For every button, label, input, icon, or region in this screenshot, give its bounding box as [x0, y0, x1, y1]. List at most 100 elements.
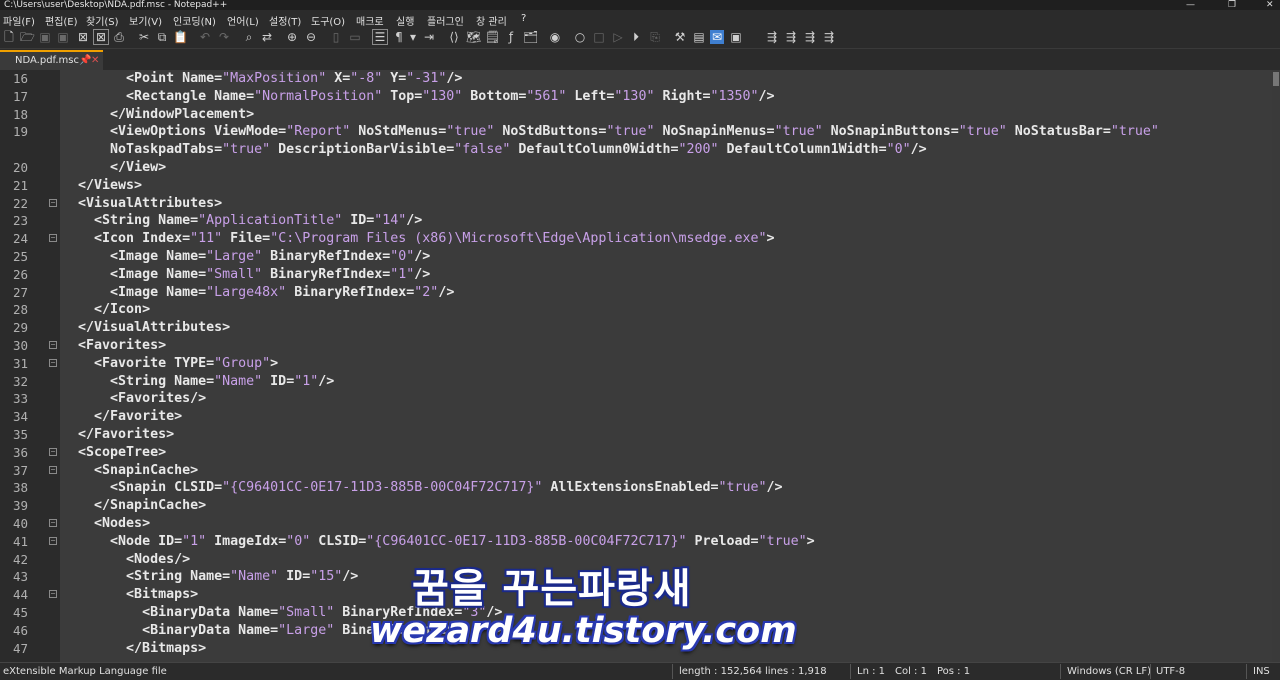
code-line[interactable]: 41 − <Node ID="1" ImageIdx="0" CLSID="{C9…	[0, 533, 1272, 551]
copy-icon[interactable]: ⧉	[155, 30, 169, 44]
tab-nda-pdf-msc[interactable]: NDA.pdf.msc 📌 ✕	[0, 50, 103, 70]
fold-toggle-icon[interactable]: −	[49, 198, 57, 207]
maximize-icon[interactable]: ❐	[1228, 0, 1236, 10]
fold-toggle-icon[interactable]: −	[49, 519, 57, 527]
code-line[interactable]: 33 <Favorites/>	[0, 390, 1272, 408]
sync-vertical-icon[interactable]: ▯	[329, 30, 343, 44]
fold-toggle-icon[interactable]: −	[49, 465, 57, 474]
redo-icon[interactable]: ↷	[217, 30, 231, 44]
menu-language[interactable]: 언어(L)	[227, 13, 259, 28]
document-list-icon[interactable]: 🗒	[485, 30, 500, 44]
code-line[interactable]: 40 − <Nodes>	[0, 515, 1272, 533]
plugin-tool-2-icon[interactable]: ▤	[692, 30, 706, 44]
folder-workspace-icon[interactable]: 🗂	[523, 30, 538, 44]
plugin-tool-5-icon[interactable]: ⇶	[765, 30, 779, 44]
print-icon[interactable]: ⎙	[112, 30, 126, 44]
menu-view[interactable]: 보기(V)	[129, 13, 162, 28]
code-line[interactable]: 37 − <SnapinCache>	[0, 462, 1272, 480]
code-line[interactable]: 19 <ViewOptions ViewMode="Report" NoStdM…	[0, 123, 1272, 141]
xml-icon[interactable]: ⟨⟩	[447, 30, 461, 44]
code-line[interactable]: 26 <Image Name="Small" BinaryRefIndex="1…	[0, 266, 1272, 284]
code-line[interactable]: 34 </Favorite>	[0, 408, 1272, 426]
paste-icon[interactable]: 📋	[173, 30, 188, 44]
play-macro-icon[interactable]: ▷	[611, 30, 625, 44]
menu-help[interactable]: ?	[521, 13, 526, 24]
sync-horizontal-icon[interactable]: ▭	[348, 30, 362, 44]
menu-macro[interactable]: 매크로	[356, 13, 384, 28]
save-all-icon[interactable]: ▣	[56, 30, 70, 44]
save-icon[interactable]: ▣	[38, 30, 52, 44]
menu-tools[interactable]: 도구(O)	[311, 13, 345, 28]
menu-file[interactable]: 파일(F)	[3, 13, 35, 28]
fold-toggle-icon[interactable]: −	[49, 447, 57, 456]
code-line[interactable]: 28 </Icon>	[0, 301, 1272, 319]
code-line[interactable]: 27 <Image Name="Large48x" BinaryRefIndex…	[0, 284, 1272, 302]
status-encoding[interactable]: UTF-8	[1156, 666, 1185, 677]
plugin-tool-1-icon[interactable]: ⚒	[673, 30, 687, 44]
dropdown-icon[interactable]: ▾	[406, 30, 420, 44]
plugin-tool-6-icon[interactable]: ⇶	[784, 30, 798, 44]
status-eol[interactable]: Windows (CR LF)	[1067, 666, 1151, 677]
code-line[interactable]: 25 <Image Name="Large" BinaryRefIndex="0…	[0, 248, 1272, 266]
code-line[interactable]: 30 − <Favorites>	[0, 337, 1272, 355]
code-line[interactable]: 16 <Point Name="MaxPosition" X="-8" Y="-…	[0, 70, 1272, 88]
fold-toggle-icon[interactable]: −	[49, 536, 57, 545]
code-line[interactable]: 32 <String Name="Name" ID="1"/>	[0, 373, 1272, 391]
monitoring-icon[interactable]: ◉	[548, 30, 562, 44]
code-line[interactable]: 17 <Rectangle Name="NormalPosition" Top=…	[0, 88, 1272, 106]
minimize-icon[interactable]: —	[1186, 0, 1195, 10]
close-all-icon[interactable]: ⊠	[93, 29, 109, 45]
zoom-out-icon[interactable]: ⊖	[304, 30, 318, 44]
open-file-icon[interactable]: 🗁	[20, 30, 35, 44]
menu-edit[interactable]: 편집(E)	[45, 13, 78, 28]
vertical-scrollbar[interactable]	[1272, 70, 1280, 662]
menu-run[interactable]: 실행	[396, 13, 414, 28]
replace-icon[interactable]: ⇄	[260, 30, 274, 44]
close-file-icon[interactable]: ⊠	[76, 30, 90, 44]
code-line[interactable]: 22 − <VisualAttributes>	[0, 195, 1272, 213]
undo-icon[interactable]: ↶	[198, 30, 212, 44]
plugin-tool-8-icon[interactable]: ⇶	[822, 30, 836, 44]
run-macro-multiple-icon[interactable]: ⏵	[629, 30, 643, 44]
code-line[interactable]: 29 </VisualAttributes>	[0, 319, 1272, 337]
show-all-chars-icon[interactable]: ¶	[392, 30, 406, 44]
code-line[interactable]: 31 − <Favorite TYPE="Group">	[0, 355, 1272, 373]
zoom-in-icon[interactable]: ⊕	[285, 30, 299, 44]
close-icon[interactable]: ✕	[1266, 0, 1274, 10]
function-list-icon[interactable]: ƒ	[504, 30, 518, 44]
plugin-tool-3-icon[interactable]: ✉	[710, 30, 724, 44]
fold-toggle-icon[interactable]: −	[49, 358, 57, 367]
code-line[interactable]: 38 <Snapin CLSID="{C96401CC-0E17-11D3-88…	[0, 479, 1272, 497]
cut-icon[interactable]: ✂	[137, 30, 151, 44]
indent-guide-icon[interactable]: ⇥	[422, 30, 436, 44]
code-line[interactable]: 20 </View>	[0, 159, 1272, 177]
code-line[interactable]: 21 </Views>	[0, 177, 1272, 195]
close-tab-icon[interactable]: ✕	[91, 52, 99, 69]
new-file-icon[interactable]: 🗋	[2, 30, 16, 44]
plugin-tool-7-icon[interactable]: ⇶	[803, 30, 817, 44]
word-wrap-icon[interactable]: ☰	[372, 29, 388, 45]
status-insert-mode[interactable]: INS	[1253, 666, 1270, 677]
fold-toggle-icon[interactable]: −	[49, 590, 57, 599]
scrollbar-thumb[interactable]	[1273, 72, 1279, 86]
stop-macro-icon[interactable]: □	[592, 30, 606, 44]
menu-plugins[interactable]: 플러그인	[427, 13, 464, 28]
code-line[interactable]: 24 − <Icon Index="11" File="C:\Program Fi…	[0, 230, 1272, 248]
code-line[interactable]: 35 </Favorites>	[0, 426, 1272, 444]
record-macro-icon[interactable]: ○	[573, 30, 587, 44]
code-line[interactable]: 23 <String Name="ApplicationTitle" ID="1…	[0, 212, 1272, 230]
plugin-tool-4-icon[interactable]: ▣	[729, 30, 743, 44]
fold-toggle-icon[interactable]: −	[49, 234, 57, 243]
code-line[interactable]: NoTaskpadTabs="true" DescriptionBarVisib…	[0, 141, 1272, 159]
pin-icon[interactable]: 📌	[79, 52, 91, 69]
find-icon[interactable]: ⌕	[242, 30, 256, 44]
menu-search[interactable]: 찾기(S)	[86, 13, 119, 28]
code-line[interactable]: 36 − <ScopeTree>	[0, 444, 1272, 462]
fold-toggle-icon[interactable]: −	[49, 341, 57, 349]
save-macro-icon[interactable]: ⎘	[648, 30, 662, 44]
menu-window[interactable]: 창 관리	[476, 13, 507, 28]
menu-encoding[interactable]: 인코딩(N)	[173, 13, 216, 28]
code-line[interactable]: 39 </SnapinCache>	[0, 497, 1272, 515]
code-line[interactable]: 18 </WindowPlacement>	[0, 106, 1272, 124]
menu-settings[interactable]: 설정(T)	[269, 13, 301, 28]
